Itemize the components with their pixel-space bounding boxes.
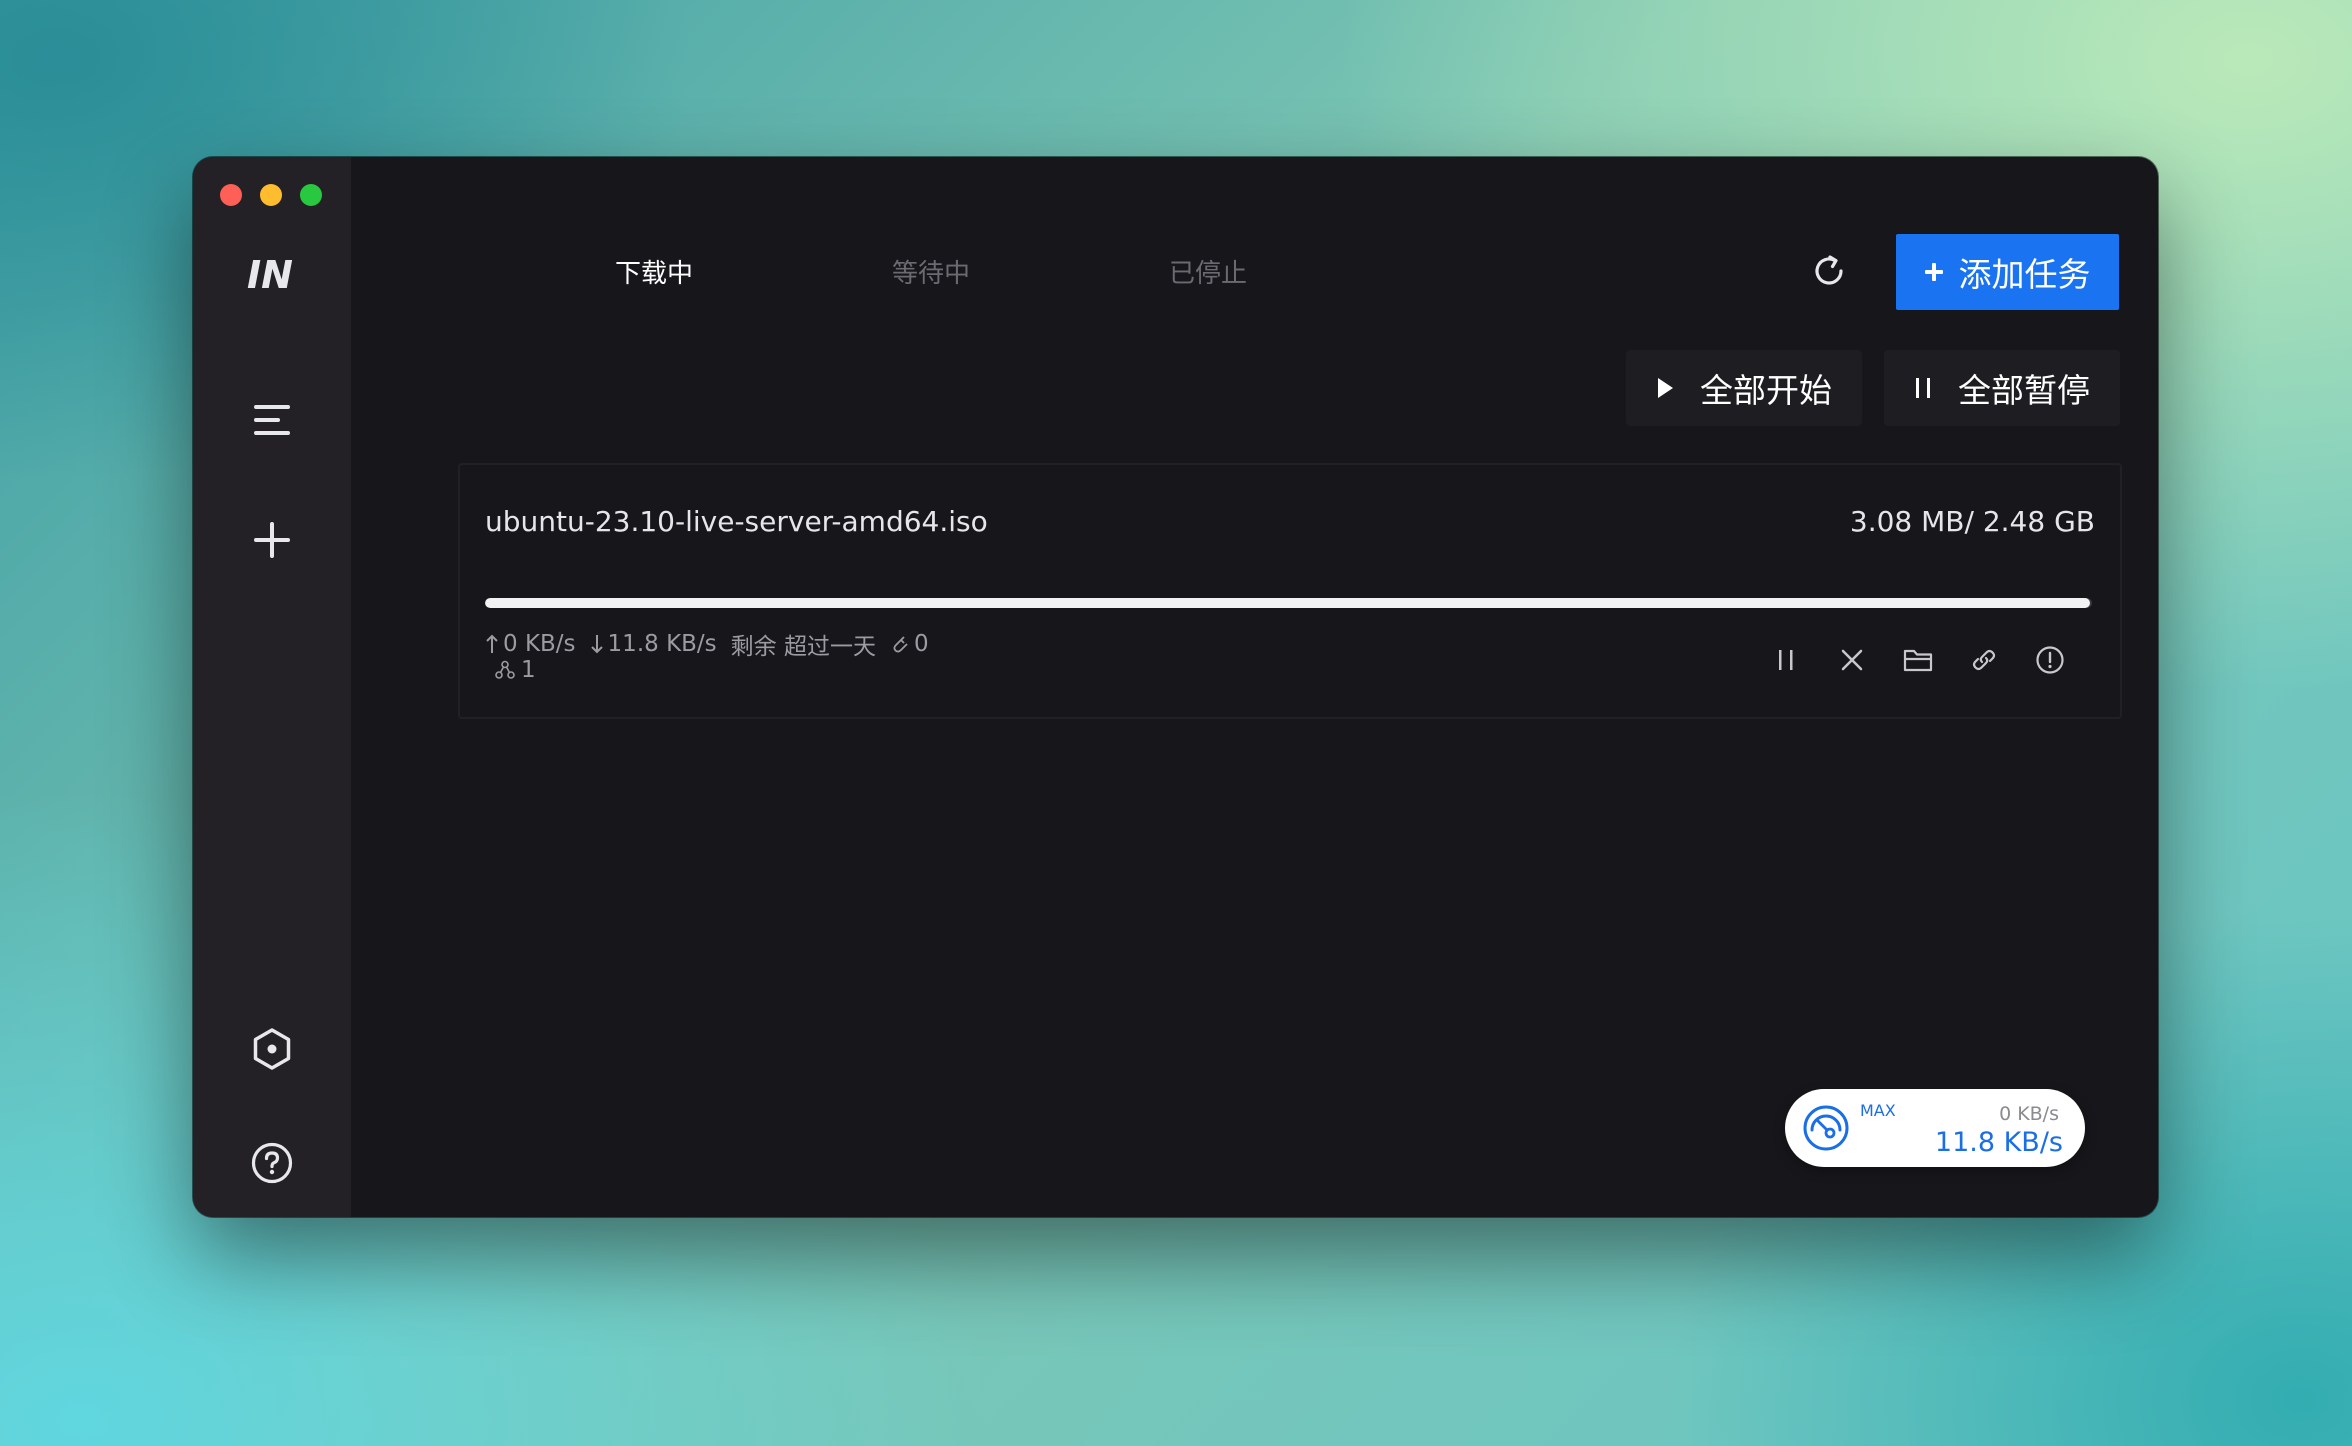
task-card[interactable]: ubuntu-23.10-live-server-amd64.iso 3.08 … [458,463,2122,719]
help-icon [251,1142,293,1184]
sidebar: IN [193,157,351,1217]
sidebar-item-settings[interactable] [242,1019,302,1079]
task-info-button[interactable] [2035,645,2065,675]
refresh-button[interactable] [1807,249,1851,293]
close-window-button[interactable] [220,184,242,206]
task-pause-button[interactable] [1771,645,1801,675]
zoom-window-button[interactable] [300,184,322,206]
sidebar-item-new-task[interactable] [242,510,302,570]
start-all-button[interactable]: 全部开始 [1626,350,1862,426]
app-window: IN 下载中 等待中 已停止 添加任务 全部开始 全部暂停 ubuntu-23.… [193,157,2158,1217]
task-size: 3.08 MB/ 2.48 GB [1849,505,2095,538]
task-actions [1771,645,2065,675]
peers-count: 1 [521,657,536,683]
app-logo: IN [245,252,301,297]
start-all-label: 全部开始 [1700,371,1832,410]
peers-icon [495,660,515,679]
arrow-down-icon [590,635,603,654]
tab-downloading[interactable]: 下载中 [615,253,693,290]
plus-icon [1924,263,1943,281]
arrow-up-icon [486,634,498,653]
pause-icon [1916,378,1930,398]
task-progress-bar [485,598,2092,608]
magnet-icon [893,636,908,653]
minimize-window-button[interactable] [260,184,282,206]
download-speed: 11.8 KB/s [607,631,717,657]
task-file-name: ubuntu-23.10-live-server-amd64.iso [485,505,988,538]
folder-icon [1903,649,1933,672]
pause-all-button[interactable]: 全部暂停 [1884,350,2120,426]
connections-stat: 0 [890,631,929,657]
settings-hexagon-icon [253,1028,291,1070]
task-progress-fill [485,598,2091,608]
plus-icon [254,522,290,558]
sidebar-item-help[interactable] [242,1133,302,1193]
sidebar-item-task-list[interactable] [242,390,302,450]
link-icon [1972,649,1996,671]
close-icon [1841,649,1863,671]
add-task-label: 添加任务 [1958,255,2091,294]
upload-speed: 0 KB/s [503,631,576,657]
global-download-speed: 11.8 KB/s [1934,1127,2063,1158]
menu-icon [254,405,290,435]
task-copy-link-button[interactable] [1969,645,1999,675]
task-delete-button[interactable] [1837,645,1867,675]
info-icon [2036,646,2064,674]
task-stats: 0 KB/s 11.8 KB/s 剩余 超过一天 0 [485,627,929,661]
refresh-icon [1815,255,1843,285]
pause-all-label: 全部暂停 [1958,371,2090,410]
logo-text: IN [247,253,293,296]
pause-icon [1779,650,1793,670]
download-speed-stat: 11.8 KB/s [590,631,717,657]
speed-indicator[interactable]: MAX 0 KB/s 11.8 KB/s [1785,1089,2085,1167]
upload-speed-stat: 0 KB/s [485,631,576,657]
task-open-folder-button[interactable] [1903,645,1933,675]
remaining-time: 剩余 超过一天 [730,634,876,660]
play-icon [1658,378,1673,398]
tab-waiting[interactable]: 等待中 [892,253,970,290]
speedometer-icon [1803,1105,1849,1151]
peers-stat: 1 [495,657,536,683]
speed-limit-label: MAX [1860,1101,1896,1120]
add-task-button[interactable]: 添加任务 [1896,234,2119,310]
tab-stopped[interactable]: 已停止 [1169,253,1247,290]
global-upload-speed: 0 KB/s [1999,1103,2059,1125]
connections-count: 0 [913,631,929,657]
